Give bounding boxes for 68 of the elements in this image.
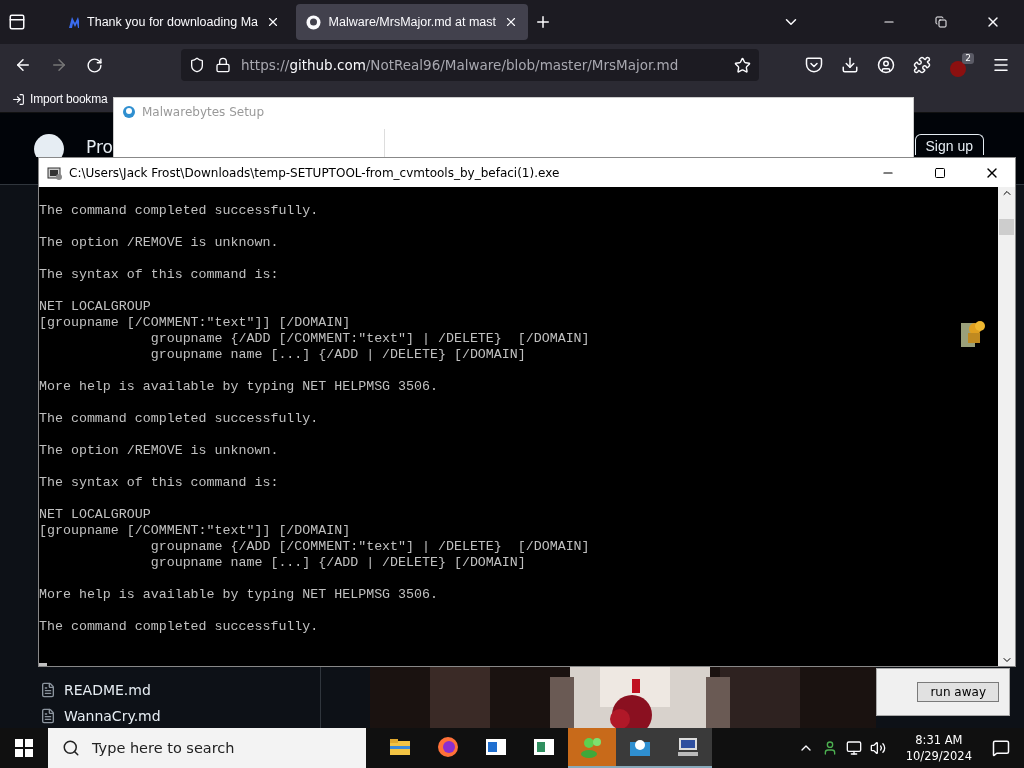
fox-globe-icon [437,736,459,758]
console-line: [groupname [/COMMENT:"text"]] [/DOMAIN] [39,523,351,539]
text-cursor [39,663,47,666]
notification-icon[interactable] [992,739,1010,757]
pocket-icon[interactable] [805,56,823,74]
taskbar-app[interactable] [664,728,712,768]
account-icon[interactable] [877,56,895,74]
forward-icon[interactable] [50,56,68,74]
scrollbar[interactable] [998,187,1015,666]
puzzle-icon[interactable] [913,56,931,74]
network-icon[interactable] [845,740,862,756]
new-tab-icon[interactable] [534,13,552,31]
document-icon [533,738,555,756]
taskbar-app[interactable] [616,728,664,768]
shield-icon [189,57,205,73]
people-icon [960,319,986,349]
download-icon[interactable] [841,56,859,74]
console-line: NET LOCALGROUP [39,299,151,315]
console-line: The syntax of this command is: [39,475,279,491]
console-line: The command completed successfully. [39,203,319,219]
bookmark[interactable]: Import bookma [12,92,108,106]
console-line: More help is available by typing NET HELPMSG 3506. [39,379,438,395]
clock[interactable]: 8:31 AM 10/29/2024 [905,732,972,764]
file-item[interactable]: README.md [0,682,320,698]
close-icon[interactable] [504,15,518,29]
console-line: The command completed successfully. [39,619,319,635]
search-field[interactable]: Type here to search [48,728,366,768]
m-logo-icon [68,15,80,29]
window-title: C:\Users\Jack Frost\Downloads\temp-SETUPTOOL-from_cvmtools_by_befaci(1).exe [69,165,561,180]
tab-list-icon[interactable] [8,13,26,31]
menu-icon[interactable] [992,56,1010,74]
console-line: groupname name [...] {/ADD | /DELETE} [/DOMAIN] [149,555,526,571]
header-text: Pro [86,137,114,157]
scrollbar-thumb[interactable] [999,219,1014,235]
search-icon [62,739,80,757]
people-icon [580,736,604,758]
file-item[interactable]: WannaCry.md [0,708,320,724]
console-line: The option /REMOVE is unknown. [39,443,279,459]
volume-icon[interactable] [869,740,886,756]
console-line: groupname name [...] {/ADD | /DELETE} [/DOMAIN] [149,347,526,363]
reload-icon[interactable] [86,56,103,74]
console-icon [47,164,63,181]
console-line: More help is available by typing NET HELPMSG 3506. [39,587,438,603]
url-text: https://github.com/NotReal96/Malware/blob/master/MrsMajor.md [241,57,680,73]
file-icon [40,708,56,724]
extension-button[interactable]: 2 [949,52,974,78]
window-title: Malwarebytes Setup [142,105,265,119]
installer-icon [122,105,136,119]
computer-icon [676,736,700,758]
file-icon [40,682,56,698]
console-line: The syntax of this command is: [39,267,279,283]
console-line: [groupname [/COMMENT:"text"]] [/DOMAIN] [39,315,351,331]
window-icon [485,738,507,756]
lock-icon [215,57,231,73]
console-line: The option /REMOVE is unknown. [39,235,279,251]
close-icon[interactable] [266,15,280,29]
import-icon [12,92,25,106]
console-line: groupname {/ADD [/COMMENT:"text"] | /DELETE} [/DOMAIN] [149,331,590,347]
console-line: The command completed successfully. [39,411,319,427]
browser-tab[interactable]: Malware/MrsMajor.md at mast [296,4,528,40]
run-away-button[interactable]: run away [917,682,999,702]
address-bar[interactable]: https://github.com/NotReal96/Malware/blob/master/MrsMajor.md [181,49,759,81]
back-icon[interactable] [14,56,32,74]
browser-tab[interactable]: Thank you for downloading Ma [58,4,290,40]
star-icon[interactable] [734,56,751,74]
console-line: NET LOCALGROUP [39,507,151,523]
console-line: groupname {/ADD [/COMMENT:"text"] | /DELETE} [/DOMAIN] [149,539,590,555]
folder-icon [389,738,411,756]
